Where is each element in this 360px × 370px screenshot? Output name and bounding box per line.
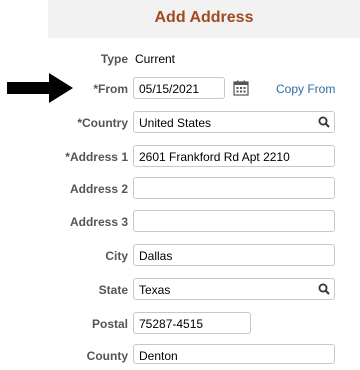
country-row: *Country United States: [0, 111, 360, 137]
from-row: *From 05/15/2021 Copy From: [0, 77, 360, 103]
address2-row: Address 2: [0, 177, 360, 203]
city-label: City: [105, 249, 128, 263]
city-row: City Dallas: [0, 244, 360, 270]
page-header: Add Address: [0, 0, 360, 38]
type-row: Type Current: [0, 47, 360, 73]
state-input[interactable]: Texas: [133, 278, 335, 300]
state-label: State: [98, 283, 128, 297]
country-input[interactable]: United States: [133, 111, 335, 133]
postal-input[interactable]: 75287-4515: [133, 312, 251, 334]
address1-label: *Address 1: [65, 150, 128, 164]
address1-row: *Address 1 2601 Frankford Rd Apt 2210: [0, 145, 360, 171]
calendar-icon[interactable]: [233, 80, 249, 96]
copy-from-link[interactable]: Copy From: [276, 82, 335, 96]
address2-label: Address 2: [69, 182, 128, 196]
address3-label: Address 3: [69, 215, 128, 229]
country-label: *Country: [77, 116, 128, 130]
page-title: Add Address: [154, 9, 254, 26]
address1-input[interactable]: 2601 Frankford Rd Apt 2210: [133, 145, 335, 167]
county-input[interactable]: Denton: [133, 344, 335, 364]
from-label: *From: [93, 82, 128, 96]
from-date-input[interactable]: 05/15/2021: [133, 77, 225, 99]
county-label: County: [86, 349, 128, 363]
search-icon[interactable]: [316, 281, 332, 297]
search-icon[interactable]: [316, 114, 332, 130]
address3-input[interactable]: [133, 210, 335, 232]
postal-row: Postal 75287-4515: [0, 312, 360, 338]
type-label: Type: [100, 52, 128, 66]
postal-label: Postal: [91, 317, 128, 331]
address2-input[interactable]: [133, 177, 335, 199]
state-row: State Texas: [0, 278, 360, 304]
county-row: County Denton: [0, 344, 360, 370]
city-input[interactable]: Dallas: [133, 244, 335, 266]
address3-row: Address 3: [0, 210, 360, 236]
type-value: Current: [135, 52, 176, 66]
